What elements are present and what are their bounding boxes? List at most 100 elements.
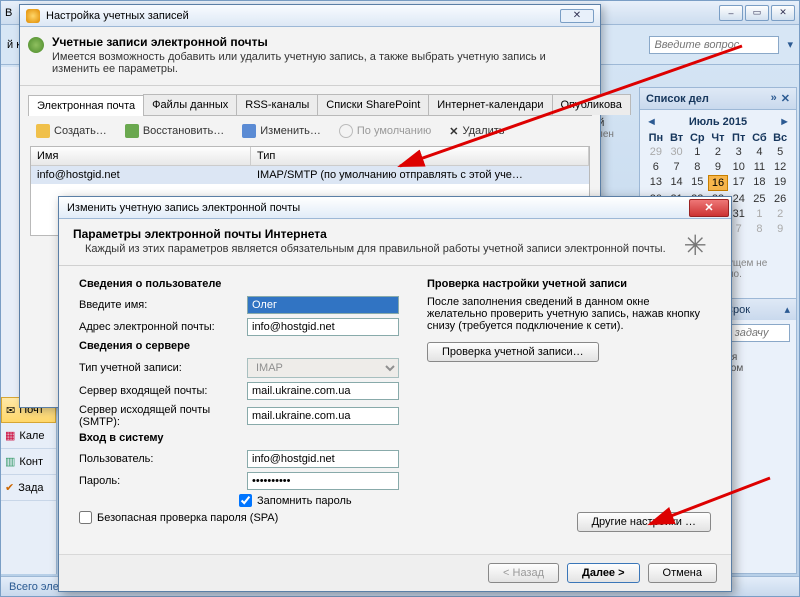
day-cell[interactable]: 8 <box>687 160 707 174</box>
email-input[interactable] <box>247 318 399 336</box>
todo-close-icon[interactable]: ✕ <box>781 92 790 105</box>
nav-contacts[interactable]: ▥ Конт <box>1 449 56 475</box>
spa-label: Безопасная проверка пароля (SPA) <box>97 512 278 524</box>
day-cell[interactable]: 15 <box>687 175 707 191</box>
day-cell[interactable]: 4 <box>750 145 770 159</box>
day-cell[interactable]: 18 <box>750 175 770 191</box>
day-cell[interactable]: 7 <box>667 160 687 174</box>
maximize-button[interactable]: ▭ <box>745 5 769 21</box>
day-cell[interactable]: 5 <box>770 145 790 159</box>
name-input[interactable] <box>247 296 399 314</box>
incoming-input[interactable] <box>247 382 399 400</box>
day-cell[interactable]: 1 <box>750 207 770 221</box>
account-type-select: IMAP <box>247 358 399 378</box>
dow: Пт <box>729 132 749 144</box>
day-cell[interactable]: 30 <box>667 145 687 159</box>
col-type[interactable]: Тип <box>251 147 589 165</box>
user-label: Пользователь: <box>79 453 247 465</box>
new-icon <box>36 124 50 138</box>
nav-calendar[interactable]: ▦ Кале <box>1 423 56 449</box>
day-cell[interactable]: 3 <box>729 145 749 159</box>
tab-2[interactable]: RSS-каналы <box>236 94 318 115</box>
close-button[interactable]: ✕ <box>771 5 795 21</box>
day-cell[interactable]: 17 <box>729 175 749 191</box>
user-section: Сведения о пользователе <box>79 278 399 290</box>
day-cell[interactable]: 25 <box>750 192 770 206</box>
cursor-icon: ✳ <box>684 229 707 262</box>
dialog2-heading: Параметры электронной почты Интернета <box>73 227 327 241</box>
tab-4[interactable]: Интернет-календари <box>428 94 552 115</box>
password-input[interactable] <box>247 472 399 490</box>
chevron-up-icon: ▴ <box>784 303 790 316</box>
todo-title: Список дел <box>646 93 709 105</box>
outgoing-label: Сервер исходящей почты (SMTP): <box>79 404 247 428</box>
create-button[interactable]: Создать… <box>30 122 113 140</box>
outlook-title: В <box>5 7 12 19</box>
day-cell[interactable]: 9 <box>708 160 728 174</box>
repair-icon <box>125 124 139 138</box>
day-cell[interactable]: 12 <box>770 160 790 174</box>
day-cell[interactable]: 13 <box>646 175 666 191</box>
day-cell[interactable]: 6 <box>646 160 666 174</box>
day-cell[interactable]: 11 <box>750 160 770 174</box>
default-button[interactable]: По умолчанию <box>333 122 437 140</box>
remember-checkbox[interactable] <box>239 494 252 507</box>
prev-month-icon[interactable]: ◄ <box>646 116 657 128</box>
day-cell[interactable]: 29 <box>646 145 666 159</box>
col-name[interactable]: Имя <box>31 147 251 165</box>
nav-tasks[interactable]: ✔ Зада <box>1 475 56 501</box>
test-section: Проверка настройки учетной записи <box>427 278 711 290</box>
day-cell[interactable]: 1 <box>687 145 707 159</box>
back-button: < Назад <box>488 563 559 583</box>
dow: Вс <box>770 132 790 144</box>
spa-checkbox[interactable] <box>79 511 92 524</box>
outlook-icon <box>26 9 40 23</box>
day-cell[interactable]: 9 <box>770 222 790 236</box>
day-cell[interactable]: 26 <box>770 192 790 206</box>
login-section: Вход в систему <box>79 432 399 444</box>
dialog1-close-button[interactable]: ✕ <box>560 9 594 23</box>
delete-icon: ✕ <box>449 125 458 138</box>
todo-collapse-icon[interactable]: » <box>771 92 777 105</box>
incoming-label: Сервер входящей почты: <box>79 385 247 397</box>
minimize-button[interactable]: – <box>719 5 743 21</box>
name-label: Введите имя: <box>79 299 247 311</box>
default-icon <box>339 124 353 138</box>
dialog1-desc: Имеется возможность добавить или удалить… <box>52 51 586 75</box>
email-label: Адрес электронной почты: <box>79 321 247 333</box>
help-search-input[interactable] <box>649 36 779 54</box>
test-account-button[interactable]: Проверка учетной записи… <box>427 342 599 362</box>
window-controls: – ▭ ✕ <box>719 5 795 21</box>
mail-icon: ✉ <box>6 404 15 417</box>
dialog1-tabs: Электронная почтаФайлы данныхRSS-каналыС… <box>28 94 592 116</box>
day-cell[interactable]: 8 <box>750 222 770 236</box>
dialog2-desc: Каждый из этих параметров является обяза… <box>85 243 717 255</box>
help-search[interactable] <box>649 36 779 54</box>
tab-5[interactable]: Опубликова <box>552 94 631 115</box>
dow: Сб <box>750 132 770 144</box>
day-cell[interactable]: 2 <box>708 145 728 159</box>
next-button[interactable]: Далее > <box>567 563 640 583</box>
account-row[interactable]: info@hostgid.net IMAP/SMTP (по умолчанию… <box>31 166 589 184</box>
day-cell[interactable]: 19 <box>770 175 790 191</box>
more-settings-button[interactable]: Другие настройки … <box>577 512 711 532</box>
day-cell[interactable]: 10 <box>729 160 749 174</box>
tab-1[interactable]: Файлы данных <box>143 94 237 115</box>
day-cell[interactable]: 16 <box>708 175 728 191</box>
cancel-button[interactable]: Отмена <box>648 563 717 583</box>
delete-button[interactable]: ✕Удалить <box>443 123 510 140</box>
day-cell[interactable]: 14 <box>667 175 687 191</box>
day-cell[interactable]: 2 <box>770 207 790 221</box>
outgoing-input[interactable] <box>247 407 399 425</box>
tasks-icon: ✔ <box>5 481 14 494</box>
dow: Вт <box>667 132 687 144</box>
edit-button[interactable]: Изменить… <box>236 122 327 140</box>
month-label: Июль 2015 <box>689 116 747 128</box>
user-input[interactable] <box>247 450 399 468</box>
next-month-icon[interactable]: ► <box>779 116 790 128</box>
tab-0[interactable]: Электронная почта <box>28 95 144 116</box>
tab-3[interactable]: Списки SharePoint <box>317 94 429 115</box>
dialog1-toolbar: Создать… Восстановить… Изменить… По умол… <box>20 116 600 146</box>
restore-button[interactable]: Восстановить… <box>119 122 230 140</box>
dialog2-close-button[interactable]: ✕ <box>689 199 729 217</box>
